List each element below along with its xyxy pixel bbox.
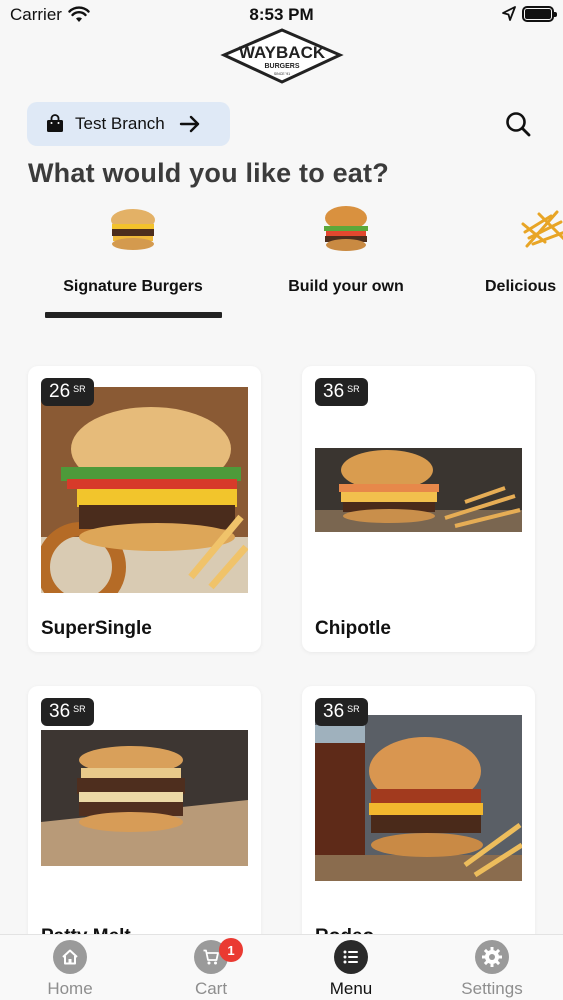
price-badge: 36 SR xyxy=(315,378,368,406)
patty-melt-image xyxy=(41,730,248,866)
home-icon xyxy=(53,940,87,974)
logo-subtitle: BURGERS xyxy=(264,63,299,70)
brand-logo: WAYBACK BURGERS SINCE '91 xyxy=(220,28,344,84)
location-arrow-icon xyxy=(502,6,516,21)
logo-title: WAYBACK xyxy=(239,43,326,62)
tab-label: Build your own xyxy=(288,278,404,295)
selected-tab-indicator xyxy=(45,312,222,318)
tab-build-your-own[interactable]: Build your own xyxy=(246,196,446,326)
status-bar: Carrier 8:53 PM xyxy=(0,0,563,30)
nav-settings[interactable]: Settings xyxy=(437,935,547,1000)
menu-list-icon xyxy=(334,940,368,974)
nav-cart[interactable]: 1 Cart xyxy=(156,935,266,1000)
nav-home[interactable]: Home xyxy=(15,935,125,1000)
product-card-chipotle[interactable]: 36 SR Chipotle xyxy=(302,366,535,652)
tab-label: Signature Burgers xyxy=(63,278,203,295)
branch-selector-button[interactable]: Test Branch xyxy=(27,102,230,146)
bottom-tab-bar: Home 1 Cart Menu Settings xyxy=(0,934,563,1000)
battery-icon xyxy=(522,6,557,22)
supersingle-burger-image xyxy=(41,387,248,593)
chipotle-burger-image xyxy=(315,448,522,532)
product-card-rodeo[interactable]: 36 SR Rodeo xyxy=(302,686,535,972)
tab-label: Delicious xyxy=(485,278,557,295)
cart-count-badge: 1 xyxy=(219,938,243,962)
product-card-patty-melt[interactable]: 36 SR Patty Melt xyxy=(28,686,261,972)
price-badge: 36 SR xyxy=(315,698,368,726)
arrow-right-icon xyxy=(179,115,199,133)
logo-since: SINCE '91 xyxy=(274,72,290,76)
price-badge: 26 SR xyxy=(41,378,94,406)
rodeo-burger-image xyxy=(315,715,522,881)
branch-name: Test Branch xyxy=(75,114,165,133)
nav-label: Settings xyxy=(461,979,523,998)
nav-label: Home xyxy=(47,979,93,998)
fries-thumbnail xyxy=(521,210,563,248)
signature-burger-thumbnail xyxy=(111,209,155,250)
gear-icon xyxy=(475,940,509,974)
price-badge: 36 SR xyxy=(41,698,94,726)
product-card-supersingle[interactable]: 26 SR SuperSingle xyxy=(28,366,261,652)
nav-menu[interactable]: Menu xyxy=(296,935,406,1000)
build-your-own-thumbnail xyxy=(324,206,368,251)
page-title: What would you like to eat? xyxy=(28,158,389,188)
nav-label: Cart xyxy=(194,979,228,998)
status-time: 8:53 PM xyxy=(249,5,314,24)
nav-label: Menu xyxy=(329,979,373,998)
product-name: Chipotle xyxy=(315,618,391,639)
tab-signature-burgers[interactable]: Signature Burgers xyxy=(33,196,233,326)
category-tabs: Signature Burgers Build your own Delicio… xyxy=(0,196,563,326)
tab-delicious[interactable]: Delicious xyxy=(459,196,563,326)
shopping-bag-icon xyxy=(47,114,63,132)
product-name: SuperSingle xyxy=(41,618,152,639)
search-icon[interactable] xyxy=(504,110,532,138)
